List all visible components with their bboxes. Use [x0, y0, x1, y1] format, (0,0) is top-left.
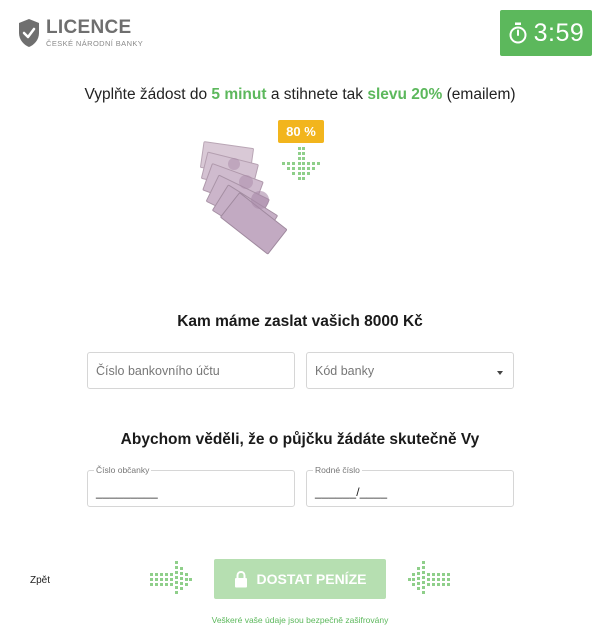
stopwatch-icon [509, 22, 527, 44]
id-card-number-input[interactable]: Číslo občanky _________ [87, 465, 295, 507]
timer-value: 3:59 [533, 18, 585, 47]
back-link[interactable]: Zpět [30, 575, 50, 586]
birth-number-label: Rodné číslo [313, 465, 362, 475]
promo-text: Vyplňte žádost do 5 minut a stihnete tak… [0, 86, 600, 104]
lock-icon [234, 570, 247, 587]
logo: LICENCE ČESKÉ NÁRODNÍ BANKY [18, 18, 143, 48]
promo-highlight-time: 5 minut [211, 86, 267, 103]
arrow-right-icon [150, 561, 192, 594]
section-heading-identity: Abychom věděli, že o půjčku žádáte skute… [120, 431, 480, 448]
birth-number-value: ______/____ [315, 485, 388, 499]
get-money-button-label: DOSTAT PENÍZE [256, 571, 367, 587]
account-number-input[interactable]: Číslo bankovního účtu [87, 352, 295, 389]
shield-check-icon [19, 19, 39, 47]
promo-part: a stihnete tak [266, 86, 368, 103]
promo-part: Vyplňte žádost do [84, 86, 212, 103]
get-money-button[interactable]: DOSTAT PENÍZE [214, 559, 386, 599]
security-note: Veškeré vaše údaje jsou bezpečně zašifro… [211, 615, 389, 625]
arrow-left-icon [408, 561, 450, 594]
bank-code-select[interactable]: Kód banky [306, 352, 514, 389]
promo-highlight-discount: slevu 20% [367, 86, 443, 103]
promo-part: (emailem) [442, 86, 516, 103]
logo-title: LICENCE [46, 17, 132, 38]
id-card-value: _________ [96, 485, 158, 499]
bank-code-placeholder: Kód banky [315, 363, 375, 378]
birth-number-input[interactable]: Rodné číslo ______/____ [306, 465, 514, 507]
discount-badge: 80 % [278, 120, 324, 143]
id-card-label: Číslo občanky [94, 465, 152, 475]
countdown-timer: 3:59 [500, 10, 592, 56]
section-heading-account: Kam máme zaslat vašich 8000 Kč [177, 313, 423, 330]
account-number-placeholder: Číslo bankovního účtu [96, 363, 220, 378]
logo-subtitle: ČESKÉ NÁRODNÍ BANKY [46, 39, 144, 48]
caret-down-icon [497, 371, 503, 375]
arrow-down-icon [282, 147, 320, 180]
